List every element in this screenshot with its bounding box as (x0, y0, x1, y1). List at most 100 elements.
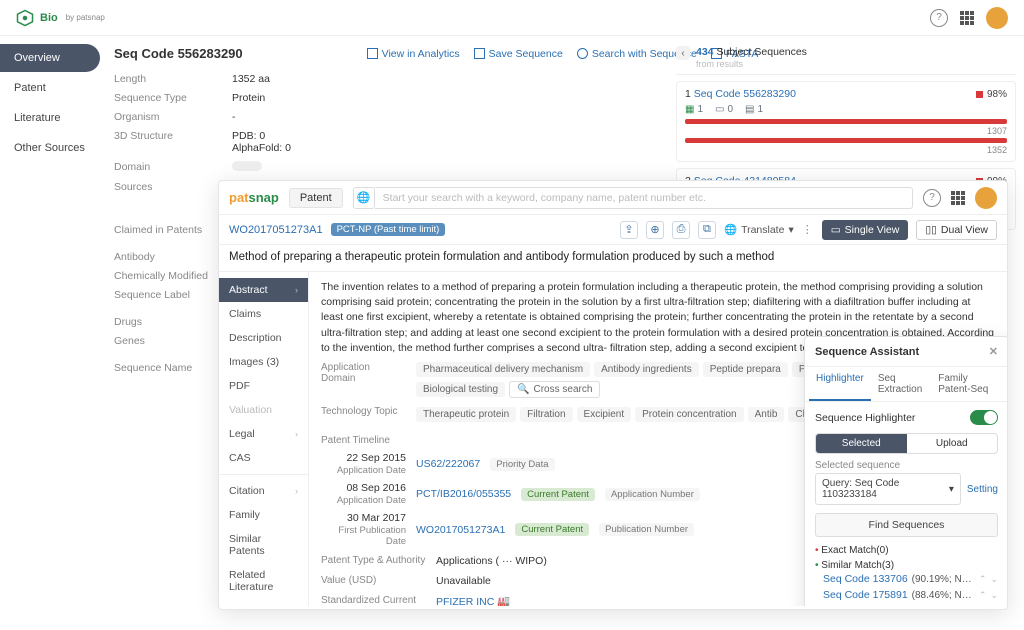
more-menu-icon[interactable]: ⋮ (802, 223, 814, 236)
tech-topic-label: Technology Topic (321, 406, 406, 417)
chevron-down-icon[interactable]: ⌄ (990, 606, 998, 607)
tab-family[interactable]: Family (219, 503, 308, 527)
bio-sidebar: Overview Patent Literature Other Sources (0, 36, 100, 630)
close-icon[interactable]: ✕ (989, 345, 998, 358)
nav-overview[interactable]: Overview (0, 44, 100, 72)
chevron-up-icon[interactable]: ⌃ (979, 574, 987, 585)
assistant-title: Sequence Assistant (815, 346, 919, 358)
timeline-link[interactable]: US62/222067 (416, 458, 480, 470)
print-icon[interactable]: ⎙ (672, 221, 690, 239)
bio-topbar-actions: ? (930, 7, 1008, 29)
subject-sequence-card[interactable]: 1 Seq Code 556283290 98% ▦1 ▭0 ▤1 1307 1… (676, 81, 1016, 162)
tab-claims[interactable]: Claims (219, 302, 308, 326)
authority-value: Applications ( ··· WIPO) (436, 555, 547, 567)
match-pct: 98% (976, 89, 1007, 100)
patent-toolbar: WO2017051273A1 PCT-NP (Past time limit) … (219, 215, 1007, 245)
chip[interactable]: Antibody ingredients (594, 362, 699, 377)
assist-tab-extraction[interactable]: Seq Extraction (871, 367, 931, 401)
group-exact[interactable]: Exact Match(0) (805, 541, 1007, 556)
assignee-value[interactable]: PFIZER INC 🏭 (436, 595, 510, 606)
patent-number[interactable]: WO2017051273A1 (229, 224, 323, 236)
help-icon[interactable]: ? (930, 9, 948, 27)
timeline-subtag: Publication Number (599, 523, 694, 536)
chip[interactable]: Excipient (577, 407, 632, 422)
find-sequences-button[interactable]: Find Sequences (815, 513, 998, 537)
single-view-button[interactable]: ▭ Single View (822, 220, 909, 240)
match-row[interactable]: Seq Code 133706(90.19%; Name in Docum…⌃⌄ (805, 571, 1007, 587)
bio-logo-text: Bio (40, 12, 58, 24)
chevron-down-icon[interactable]: ⌄ (990, 590, 998, 601)
global-search-input[interactable]: Start your search with a keyword, compan… (375, 187, 913, 209)
chevron-down-icon: ▾ (949, 484, 954, 495)
coverage-bar (685, 138, 1007, 143)
chip[interactable]: Antib (748, 407, 785, 422)
tab-legal[interactable]: Legal› (219, 422, 308, 446)
selected-seq-dropdown[interactable]: Query: Seq Code 1103233184▾ (815, 473, 961, 505)
book-icon: ▭ (715, 104, 724, 115)
meta-seqlabel-label: Sequence Label (114, 289, 224, 301)
meta-sources-label: Sources (114, 181, 224, 217)
legal-status-pill: PCT-NP (Past time limit) (331, 223, 446, 236)
dual-view-button[interactable]: ▯▯ Dual View (916, 220, 997, 240)
chip[interactable]: Therapeutic protein (416, 407, 516, 422)
seg-selected[interactable]: Selected (816, 434, 907, 453)
tab-description[interactable]: Description (219, 326, 308, 350)
setting-link[interactable]: Setting (967, 484, 998, 495)
save-sequence-button[interactable]: Save Sequence (474, 48, 563, 60)
nav-other-sources[interactable]: Other Sources (0, 134, 100, 162)
match-row[interactable]: Seq Code 32694(84.44%; Name in Docume…⌃⌄ (805, 603, 1007, 606)
help-icon[interactable]: ? (923, 189, 941, 207)
seq-code-title: Seq Code 556283290 (114, 46, 243, 61)
authority-label: Patent Type & Authority (321, 555, 426, 567)
view-analytics-button[interactable]: View in Analytics (367, 48, 460, 60)
chip[interactable]: Filtration (520, 407, 572, 422)
chip[interactable]: Biological testing (416, 382, 505, 397)
tab-similar[interactable]: Similar Patents (219, 527, 308, 563)
seq-card-link[interactable]: Seq Code 556283290 (694, 88, 796, 100)
chip[interactable]: Protein concentration (635, 407, 744, 422)
tab-related[interactable]: Related Literature (219, 563, 308, 599)
seg-upload[interactable]: Upload (907, 434, 998, 453)
translate-dropdown[interactable]: 🌐 Translate ▾ (724, 223, 794, 236)
tab-abstract[interactable]: Abstract› (219, 278, 308, 302)
nav-literature[interactable]: Literature (0, 104, 100, 132)
assignee-label: Standardized Current (321, 595, 426, 606)
bio-logo-icon (16, 9, 34, 27)
apps-icon[interactable] (951, 191, 965, 205)
nav-patent[interactable]: Patent (0, 74, 100, 102)
chevron-up-icon[interactable]: ⌃ (979, 606, 987, 607)
meta-3d-value: PDB: 0AlphaFold: 0 (232, 130, 544, 154)
chip[interactable]: Peptide prepara (703, 362, 788, 377)
assist-tab-highlighter[interactable]: Highlighter (809, 367, 871, 401)
group-similar[interactable]: Similar Match(3) (805, 556, 1007, 571)
tab-citation[interactable]: Citation› (219, 479, 308, 503)
hub-patent-button[interactable]: Patent (289, 188, 343, 208)
apps-icon[interactable] (960, 11, 974, 25)
chevron-down-icon[interactable]: ⌄ (990, 574, 998, 585)
tab-cas[interactable]: CAS (219, 446, 308, 470)
highlighter-toggle[interactable] (970, 410, 998, 425)
globe-icon[interactable]: 🌐 (353, 187, 375, 209)
export-icon[interactable]: ⊕ (646, 221, 664, 239)
timeline-link[interactable]: PCT/IB2016/055355 (416, 488, 511, 500)
assist-tab-family[interactable]: Family Patent-Seq (931, 367, 1004, 401)
filter-icon[interactable]: ‹ (676, 46, 690, 60)
meta-domain-label: Domain (114, 161, 224, 174)
timeline-tag: Current Patent (521, 488, 595, 501)
meta-claimed-label: Claimed in Patents (114, 224, 224, 236)
subject-count-label: Subject Sequences (716, 46, 806, 58)
avatar[interactable] (975, 187, 997, 209)
tab-valuation: Valuation (219, 398, 308, 422)
tab-pdf[interactable]: PDF (219, 374, 308, 398)
chevron-up-icon[interactable]: ⌃ (979, 590, 987, 601)
cross-search-button[interactable]: 🔍Cross search (509, 381, 600, 398)
meta-3d-label: 3D Structure (114, 130, 224, 154)
match-row[interactable]: Seq Code 175891(88.46%; Name in Docum…⌃⌄ (805, 587, 1007, 603)
share-icon[interactable]: ⇪ (620, 221, 638, 239)
timeline-link[interactable]: WO2017051273A1 (416, 524, 505, 536)
timeline-subtag: Priority Data (490, 458, 554, 471)
avatar[interactable] (986, 7, 1008, 29)
chip[interactable]: Pharmaceutical delivery mechanism (416, 362, 590, 377)
tab-images[interactable]: Images (3) (219, 350, 308, 374)
copy-icon[interactable]: ⧉ (698, 221, 716, 239)
